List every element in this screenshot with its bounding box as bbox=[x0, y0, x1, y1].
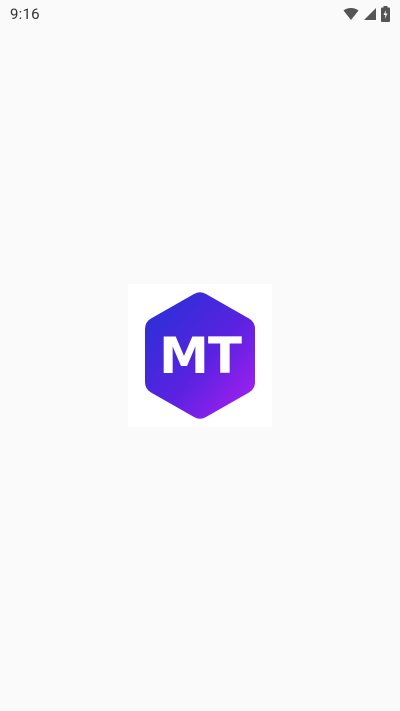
logo-text: MT bbox=[159, 326, 242, 385]
status-time: 9:16 bbox=[10, 5, 40, 23]
cellular-signal-icon bbox=[363, 7, 377, 21]
status-icons bbox=[343, 6, 390, 22]
status-bar: 9:16 bbox=[0, 0, 400, 28]
battery-charging-icon bbox=[381, 6, 390, 22]
wifi-icon bbox=[343, 7, 359, 21]
app-logo: MT bbox=[128, 284, 272, 427]
